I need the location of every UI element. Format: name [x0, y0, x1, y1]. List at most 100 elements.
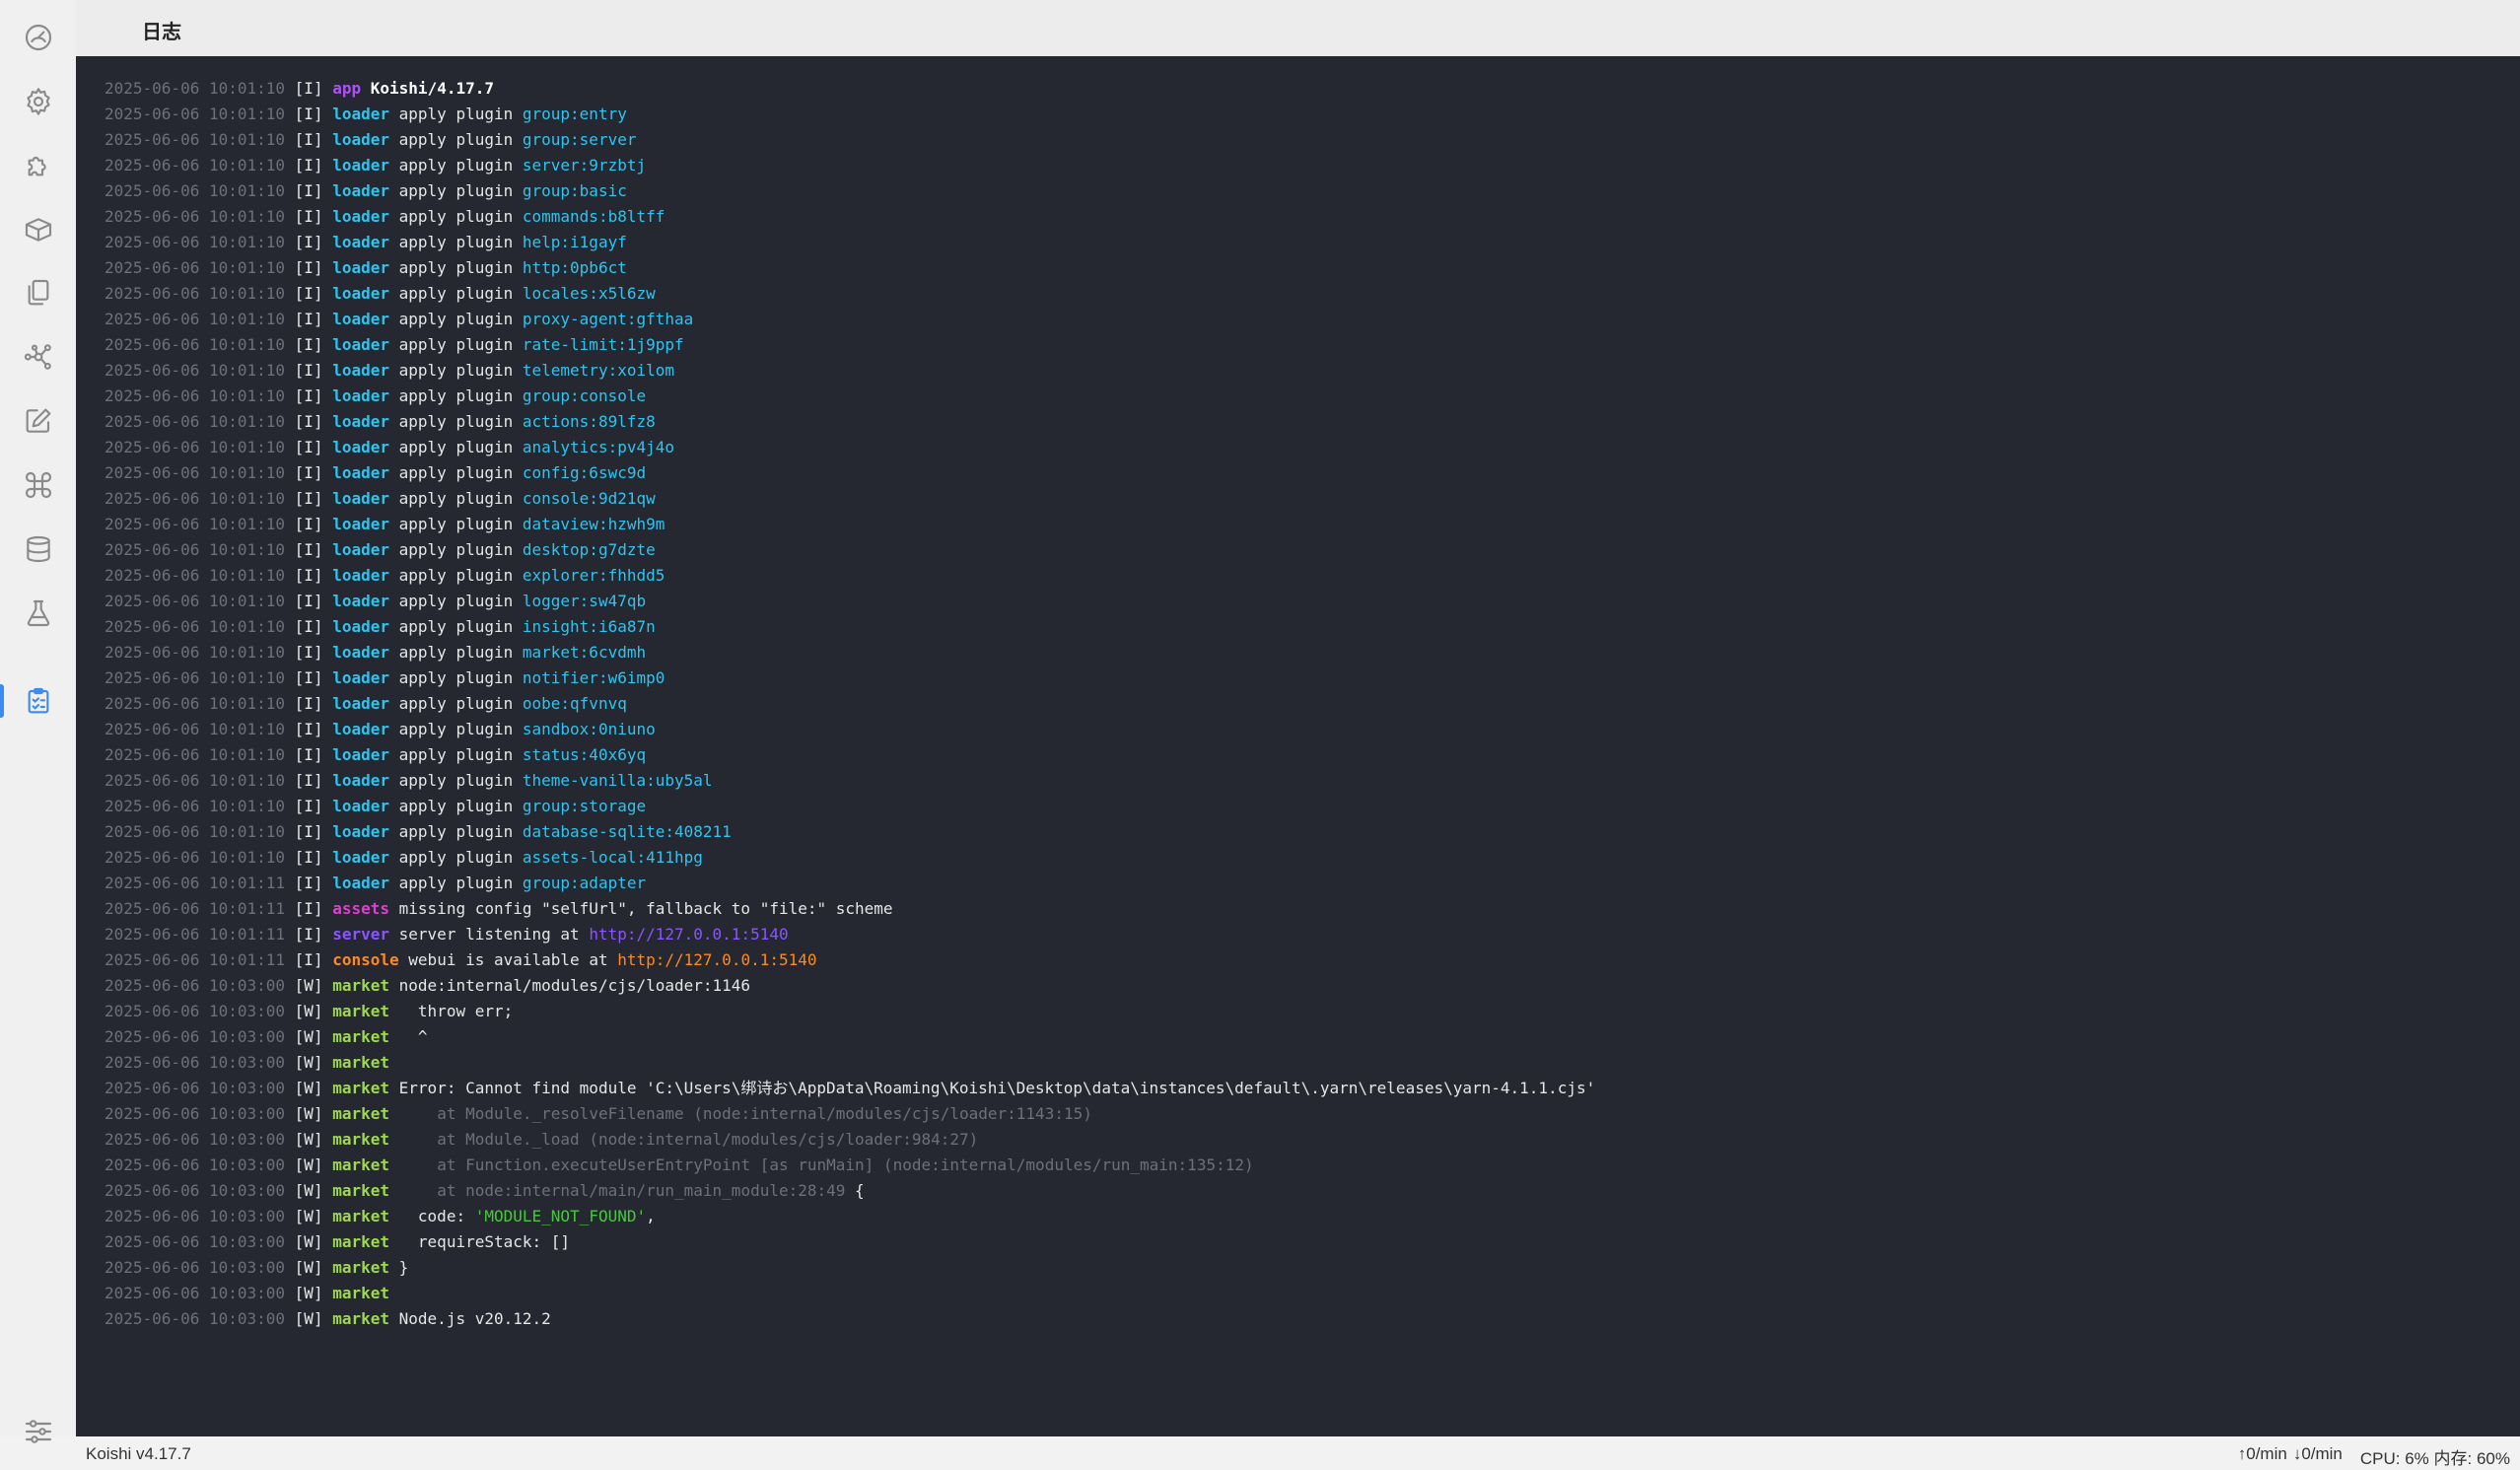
log-source: market [332, 1232, 390, 1251]
log-message: http://127.0.0.1:5140 [617, 950, 817, 969]
sidebar-item-sandbox[interactable] [0, 583, 76, 644]
log-source: market [332, 1207, 390, 1225]
log-source: loader [332, 592, 390, 610]
log-source: loader [332, 361, 390, 380]
log-line: 2025-06-06 10:03:00 [W] market requireSt… [105, 1229, 1595, 1255]
sidebar-item-database[interactable] [0, 519, 76, 580]
log-source: server [332, 925, 390, 944]
log-source: market [332, 1053, 390, 1072]
log-panel[interactable]: 2025-06-06 10:01:10 [I] app Koishi/4.17.… [76, 56, 2520, 1436]
log-level: [I] [294, 745, 323, 764]
log-timestamp: 2025-06-06 10:01:11 [105, 925, 286, 944]
log-timestamp: 2025-06-06 10:03:00 [105, 1309, 286, 1328]
log-timestamp: 2025-06-06 10:01:10 [105, 284, 286, 303]
log-message: apply plugin [389, 566, 523, 585]
log-timestamp: 2025-06-06 10:01:10 [105, 233, 286, 251]
log-line: 2025-06-06 10:01:11 [I] console webui is… [105, 947, 1595, 973]
sidebar-item-plugins[interactable] [0, 135, 76, 196]
log-level: [W] [294, 1053, 323, 1072]
log-message: apply plugin [389, 233, 523, 251]
status-right: ↑0/min ↓0/min CPU: 6% 内存: 60% [2238, 1444, 2510, 1469]
log-timestamp: 2025-06-06 10:01:10 [105, 105, 286, 123]
status-bar: Koishi v4.17.7 ↑0/min ↓0/min CPU: 6% 内存:… [76, 1436, 2520, 1470]
log-line: 2025-06-06 10:01:10 [I] loader apply plu… [105, 665, 1595, 691]
log-source: loader [332, 335, 390, 354]
log-line: 2025-06-06 10:01:10 [I] loader apply plu… [105, 717, 1595, 742]
log-line: 2025-06-06 10:01:10 [I] loader apply plu… [105, 563, 1595, 589]
sidebar-item-commands[interactable] [0, 455, 76, 516]
log-source: assets [332, 899, 390, 918]
sidebar-item-editor[interactable] [0, 390, 76, 452]
sidebar-item-market[interactable] [0, 199, 76, 260]
log-line: 2025-06-06 10:03:00 [W] market throw err… [105, 999, 1595, 1024]
log-level: [I] [294, 79, 323, 98]
log-message: locales:x5l6zw [522, 284, 656, 303]
log-line: 2025-06-06 10:03:00 [W] market } [105, 1255, 1595, 1281]
log-message: Koishi/4.17.7 [370, 79, 494, 98]
log-message: group:storage [522, 797, 647, 815]
sidebar-item-preferences[interactable] [0, 1401, 76, 1462]
log-level: [W] [294, 1181, 323, 1200]
database-icon [26, 535, 50, 563]
log-timestamp: 2025-06-06 10:01:11 [105, 950, 286, 969]
sidebar-item-settings[interactable] [0, 71, 76, 132]
log-level: [W] [294, 1309, 323, 1328]
log-message: requireStack: [] [389, 1232, 571, 1251]
log-timestamp: 2025-06-06 10:01:11 [105, 874, 286, 892]
log-line: 2025-06-06 10:01:10 [I] loader apply plu… [105, 384, 1595, 409]
sidebar-item-files[interactable] [0, 262, 76, 323]
log-line: 2025-06-06 10:01:10 [I] loader apply plu… [105, 332, 1595, 358]
log-message: http:0pb6ct [522, 258, 627, 277]
log-message: apply plugin [389, 592, 523, 610]
edit-icon [26, 408, 50, 433]
log-timestamp: 2025-06-06 10:03:00 [105, 1002, 286, 1020]
log-line: 2025-06-06 10:01:10 [I] loader apply plu… [105, 435, 1595, 460]
log-message: rate-limit:1j9ppf [522, 335, 684, 354]
log-source: loader [332, 720, 390, 738]
log-message: ^ [389, 1027, 428, 1046]
log-line: 2025-06-06 10:01:10 [I] loader apply plu… [105, 512, 1595, 537]
log-level: [I] [294, 925, 323, 944]
sidebar-item-dependencies[interactable] [0, 326, 76, 387]
log-level: [I] [294, 592, 323, 610]
log-message: server listening at [389, 925, 590, 944]
log-line: 2025-06-06 10:01:10 [I] loader apply plu… [105, 153, 1595, 178]
log-source: loader [332, 617, 390, 636]
log-timestamp: 2025-06-06 10:01:10 [105, 771, 286, 790]
log-source: loader [332, 771, 390, 790]
sidebar [0, 0, 76, 1443]
sidebar-item-logs[interactable] [0, 670, 76, 732]
log-message: apply plugin [389, 105, 523, 123]
log-line: 2025-06-06 10:01:10 [I] loader apply plu… [105, 486, 1595, 512]
log-line: 2025-06-06 10:01:10 [I] app Koishi/4.17.… [105, 76, 1595, 102]
command-icon [25, 471, 51, 499]
log-message: help:i1gayf [522, 233, 627, 251]
log-line: 2025-06-06 10:01:10 [I] loader apply plu… [105, 255, 1595, 281]
log-message: apply plugin [389, 771, 523, 790]
log-level: [I] [294, 258, 323, 277]
log-source: loader [332, 643, 390, 662]
log-line: 2025-06-06 10:01:10 [I] loader apply plu… [105, 460, 1595, 486]
log-timestamp: 2025-06-06 10:03:00 [105, 1027, 286, 1046]
log-message: } [389, 1258, 409, 1277]
log-level: [W] [294, 1232, 323, 1251]
log-source: loader [332, 540, 390, 559]
log-level: [I] [294, 643, 323, 662]
log-message [389, 1104, 437, 1123]
log-timestamp: 2025-06-06 10:01:10 [105, 848, 286, 867]
log-message: { [845, 1181, 865, 1200]
log-source: loader [332, 258, 390, 277]
page-header: 日志 [76, 0, 2520, 56]
log-source: market [332, 1130, 390, 1149]
log-line: 2025-06-06 10:03:00 [W] market at Module… [105, 1127, 1595, 1153]
log-line: 2025-06-06 10:01:10 [I] loader apply plu… [105, 307, 1595, 332]
log-timestamp: 2025-06-06 10:01:10 [105, 617, 286, 636]
status-rates: ↑0/min ↓0/min [2238, 1444, 2343, 1469]
log-timestamp: 2025-06-06 10:01:10 [105, 181, 286, 200]
log-source: market [332, 1079, 390, 1097]
log-timestamp: 2025-06-06 10:01:10 [105, 822, 286, 841]
log-source: loader [332, 489, 390, 508]
log-line: 2025-06-06 10:03:00 [W] market at node:i… [105, 1178, 1595, 1204]
log-message: at node:internal/main/run_main_module:28… [437, 1181, 846, 1200]
sidebar-item-dashboard[interactable] [0, 7, 76, 68]
